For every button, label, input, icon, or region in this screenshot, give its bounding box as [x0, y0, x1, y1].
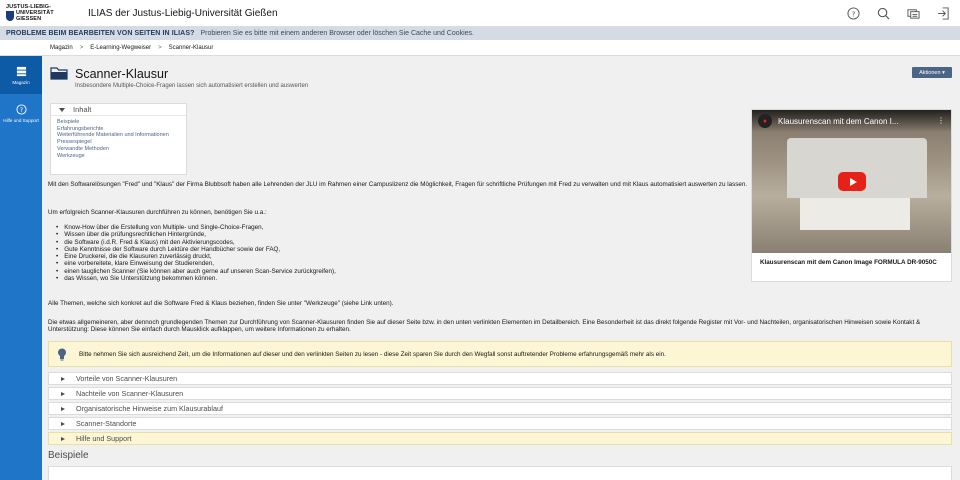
help-icon[interactable]: ?: [846, 6, 860, 20]
lightbulb-icon: [58, 348, 66, 360]
toc-link[interactable]: Verwandte Methoden: [57, 146, 186, 153]
list-item: Know-How über die Erstellung von Multipl…: [48, 224, 336, 231]
section-content-beispiele: [48, 466, 952, 480]
breadcrumb-item[interactable]: E-Learning-Wegweiser: [90, 45, 151, 51]
accordion-hilfe-support[interactable]: Hilfe und Support: [48, 432, 952, 445]
accordion-scanner-standorte[interactable]: Scanner-Standorte: [48, 417, 952, 430]
app-title[interactable]: ILIAS der Justus-Liebig-Universität Gieß…: [88, 8, 278, 19]
caret-right-icon: [61, 421, 65, 426]
university-logo[interactable]: JUSTUS-LIEBIG- UNIVERSITÄT GIESSEN: [0, 0, 64, 27]
requirements-list: Know-How über die Erstellung von Multipl…: [48, 224, 336, 282]
main-sidebar: Magazin ? Hilfe und Support: [0, 56, 42, 480]
accordion-label: Vorteile von Scanner-Klausuren: [76, 374, 178, 383]
system-message-banner: PROBLEME BEIM BEARBEITEN VON SEITEN IN I…: [0, 27, 960, 40]
banner-message: Probieren Sie es bitte mit einem anderen…: [200, 30, 475, 37]
paragraph-tools: Alle Themen, welche sich konkret auf die…: [48, 300, 394, 307]
breadcrumb: Magazin > E-Learning-Wegweiser > Scanner…: [0, 40, 960, 56]
sidebar-item-help-support[interactable]: ? Hilfe und Support: [0, 94, 42, 132]
paragraph-general: Die etwas allgemeineren, aber dennoch gr…: [48, 319, 921, 334]
search-icon[interactable]: [876, 6, 890, 20]
main-content: Scanner-Klausur Insbesondere Multiple-Ch…: [42, 56, 960, 480]
play-button[interactable]: [838, 172, 866, 191]
list-item: eine vorbereitete, klare Einweisung der …: [48, 260, 336, 267]
breadcrumb-item[interactable]: Magazin: [50, 45, 73, 51]
accordion-vorteile[interactable]: Vorteile von Scanner-Klausuren: [48, 372, 952, 385]
logo-text-line3: GIESSEN: [16, 16, 42, 22]
page-subtitle: Insbesondere Multiple-Choice-Fragen lass…: [75, 83, 309, 89]
crest-icon: [6, 11, 14, 21]
toc-link[interactable]: Beispiele: [57, 119, 186, 126]
accordion-label: Scanner-Standorte: [76, 419, 137, 428]
folder-icon: [50, 66, 68, 82]
paragraph-requirements: Um erfolgreich Scanner-Klausuren durchfü…: [48, 209, 267, 216]
toc-link[interactable]: Pressespiegel: [57, 139, 186, 146]
page-title: Scanner-Klausur: [75, 67, 169, 81]
toc-link[interactable]: Weiterführende Materialien und Informati…: [57, 132, 186, 139]
svg-text:?: ?: [851, 9, 855, 18]
accordion-label: Hilfe und Support: [76, 434, 132, 443]
breadcrumb-separator-icon: >: [158, 44, 162, 51]
svg-text:?: ?: [19, 105, 22, 113]
logout-icon[interactable]: [936, 6, 950, 20]
info-note-text: Bitte nehmen Sie sich ausreichend Zeit, …: [79, 350, 666, 358]
banner-title: PROBLEME BEIM BEARBEITEN VON SEITEN IN I…: [6, 30, 195, 37]
accordion-nachteile[interactable]: Nachteile von Scanner-Klausuren: [48, 387, 952, 400]
caret-down-icon: [59, 107, 65, 112]
repository-icon: [16, 66, 26, 76]
accordion-label: Nachteile von Scanner-Klausuren: [76, 389, 184, 398]
caret-right-icon: [61, 376, 65, 381]
scanner-tray-image: [800, 198, 910, 230]
paragraph-intro: Mit den Softwarelösungen "Fred" und "Kla…: [48, 181, 748, 188]
video-caption: Klausurenscan mit dem Canon Image FORMUL…: [760, 259, 937, 266]
toc-toggle[interactable]: Inhalt: [51, 104, 186, 116]
list-item: die Software (i.d.R. Fred & Klaus) mit d…: [48, 239, 336, 246]
caret-right-icon: [61, 436, 65, 441]
accordion-organisatorisch[interactable]: Organisatorische Hinweise zum Klausurabl…: [48, 402, 952, 415]
toc-link[interactable]: Erfahrungsberichte: [57, 126, 186, 133]
sidebar-item-label: Hilfe und Support: [3, 117, 39, 123]
list-item: Wissen über die prüfungsrechtlichen Hint…: [48, 231, 336, 238]
breadcrumb-item[interactable]: Scanner-Klausur: [169, 45, 214, 51]
caret-right-icon: [61, 406, 65, 411]
notifications-icon[interactable]: [906, 6, 920, 20]
sidebar-item-magazin[interactable]: Magazin: [0, 56, 42, 94]
video-embed: ● Klausurenscan mit dem Canon I... ⋮ Kla…: [751, 109, 952, 282]
accordion-label: Organisatorische Hinweise zum Klausurabl…: [76, 404, 224, 413]
toc-link[interactable]: Werkzeuge: [57, 153, 186, 160]
channel-avatar[interactable]: ●: [758, 114, 772, 128]
more-options-icon[interactable]: ⋮: [937, 116, 945, 125]
top-header: JUSTUS-LIEBIG- UNIVERSITÄT GIESSEN ILIAS…: [0, 0, 960, 27]
play-icon: [849, 177, 857, 186]
list-item: einen tauglichen Scanner (Sie können abe…: [48, 268, 336, 275]
table-of-contents: Inhalt Beispiele Erfahrungsberichte Weit…: [50, 103, 187, 175]
help-support-icon: ?: [15, 103, 27, 115]
caret-right-icon: [61, 391, 65, 396]
list-item: Eine Druckerei, die die Klausuren zuverl…: [48, 253, 336, 260]
toc-heading: Inhalt: [73, 105, 92, 114]
video-title[interactable]: Klausurenscan mit dem Canon I...: [778, 117, 899, 126]
actions-dropdown-button[interactable]: Aktionen ▾: [912, 67, 952, 78]
video-player[interactable]: ● Klausurenscan mit dem Canon I... ⋮: [752, 110, 951, 253]
info-note: Bitte nehmen Sie sich ausreichend Zeit, …: [48, 341, 952, 367]
list-item: das Wissen, wo Sie Unterstützung bekomme…: [48, 275, 336, 282]
sidebar-item-label: Magazin: [12, 79, 30, 85]
list-item: Gute Kenntnisse der Software durch Lektü…: [48, 246, 336, 253]
section-heading-beispiele: Beispiele: [48, 450, 89, 461]
breadcrumb-separator-icon: >: [79, 44, 84, 51]
